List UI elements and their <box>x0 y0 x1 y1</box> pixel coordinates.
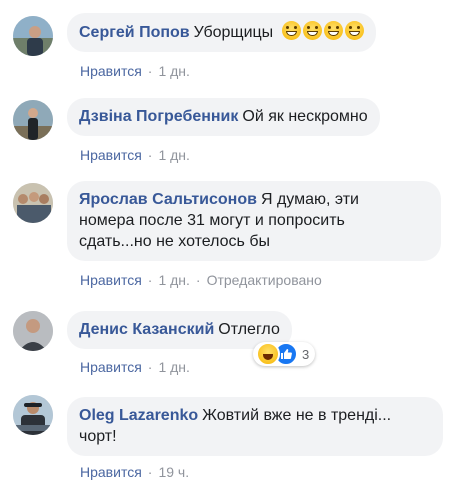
grin-emoji-icon <box>323 21 343 40</box>
comment-author[interactable]: Сергей Попов <box>79 24 190 41</box>
comment-bubble: Ярослав Сальтисонов Я думаю, эти номера п… <box>67 181 441 261</box>
comment-text-line: сдать...но не хотелось бы <box>79 233 270 250</box>
avatar[interactable] <box>13 395 53 435</box>
grin-emoji-icon <box>281 21 301 40</box>
comment-text-line: Жовтий вже не в тренді... <box>202 407 392 424</box>
avatar[interactable] <box>13 183 53 223</box>
reaction-summary[interactable]: 3 <box>253 342 316 366</box>
grin-emoji-icon <box>302 21 322 40</box>
comment-actions: Нравится · 1 дн. <box>80 358 190 376</box>
like-link[interactable]: Нравится <box>80 63 142 79</box>
comment-actions: Нравится · 1 дн. · Отредактировано <box>80 271 322 289</box>
comment-actions: Нравится · 1 дн. <box>80 62 190 80</box>
separator: · <box>147 464 153 480</box>
comment-actions: Нравится · 1 дн. <box>80 146 190 164</box>
edited-label[interactable]: Отредактировано <box>207 272 322 288</box>
like-link[interactable]: Нравится <box>80 272 142 288</box>
timestamp[interactable]: 1 дн. <box>158 272 189 288</box>
comment-actions: Нравится · 19 ч. <box>80 463 189 481</box>
avatar[interactable] <box>13 16 53 56</box>
comment-bubble: Дзвіна Погребенник Ой як нескромно <box>67 98 380 136</box>
like-link[interactable]: Нравится <box>80 464 142 480</box>
reaction-count: 3 <box>302 346 310 362</box>
grin-emoji-icon <box>344 21 364 40</box>
comment-author[interactable]: Дзвіна Погребенник <box>79 108 238 125</box>
separator: · <box>147 359 153 375</box>
avatar[interactable] <box>13 100 53 140</box>
comment-author[interactable]: Ярослав Сальтисонов <box>79 191 257 208</box>
comment-author[interactable]: Денис Казанский <box>79 321 214 338</box>
timestamp[interactable]: 1 дн. <box>158 63 189 79</box>
comment-author[interactable]: Oleg Lazarenko <box>79 407 198 424</box>
comment-text: Ой як нескромно <box>242 108 368 125</box>
separator: · <box>195 272 201 288</box>
separator: · <box>147 147 153 163</box>
like-link[interactable]: Нравится <box>80 147 142 163</box>
comment-text: Уборщицы <box>193 24 274 41</box>
timestamp[interactable]: 1 дн. <box>158 147 189 163</box>
comment-bubble: Сергей Попов Уборщицы <box>67 13 376 52</box>
haha-reaction-icon <box>256 342 280 366</box>
timestamp[interactable]: 1 дн. <box>158 359 189 375</box>
timestamp[interactable]: 19 ч. <box>158 464 189 480</box>
separator: · <box>147 272 153 288</box>
separator: · <box>147 63 153 79</box>
comment-text-line: Я думаю, эти <box>260 191 359 208</box>
comment-text-line: чорт! <box>79 428 117 445</box>
avatar[interactable] <box>13 311 53 351</box>
comment-text-line: номера после 31 могут и попросить <box>79 212 345 229</box>
like-link[interactable]: Нравится <box>80 359 142 375</box>
comment-text: Отлегло <box>218 321 280 338</box>
comment-bubble: Oleg Lazarenko Жовтий вже не в тренді... … <box>67 397 443 456</box>
